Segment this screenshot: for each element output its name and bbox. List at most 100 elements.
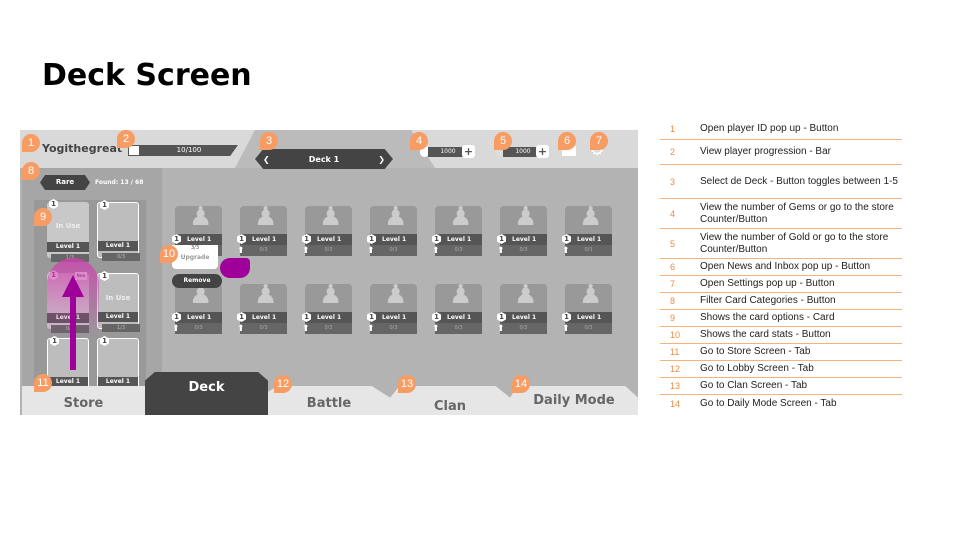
upgrade-arrow-icon: ⬆ [497,246,505,256]
legend-number: 3 [670,176,676,187]
legend-text: View the number of Gems or go to the sto… [700,201,894,225]
deck-card[interactable]: ♟Level 10/31⬆ [237,202,287,266]
card-level: Level 1 [305,234,352,245]
character-silhouette-icon: ♟ [449,202,473,232]
legend-row: 13 Go to Clan Screen - Tab [660,378,902,395]
legend-text: Select de Deck - Button toggles between … [700,175,898,187]
remove-button[interactable]: Remove [172,274,222,288]
add-gems-icon[interactable]: + [462,145,475,158]
collection-card[interactable]: 1In UseLevel 11/3 [47,199,89,262]
legend-text: Open Settings pop up - Button [700,278,835,289]
character-silhouette-icon: ♟ [319,202,343,232]
annotation-badge: 12 [274,375,292,393]
swipe-up-arrow-icon [62,275,84,370]
deck-card[interactable]: ♟Level 10/31⬆ [172,280,222,344]
deck-card[interactable]: ♟Level 10/31⬆ [367,202,417,266]
character-silhouette-icon: ♟ [384,280,408,310]
legend-number: 9 [670,313,676,323]
chevron-left-icon[interactable]: ❮ [263,155,270,164]
collection-card[interactable]: 1 Level 1 0/3 [97,200,140,261]
upgrade-arrow-icon: ⬆ [172,324,180,334]
legend-row: 14 Go to Daily Mode Screen - Tab [660,395,902,412]
annotation-badge: 11 [34,374,52,392]
card-progress: 0/3 [102,253,140,261]
card-progress: 0/3 [565,323,612,334]
upgrade-arrow-icon: ⬆ [367,246,375,256]
card-level: Level 1 [370,312,417,323]
card-level: Level 1 [175,312,222,323]
card-progress: 0/3 [565,245,612,256]
legend-text: Go to Store Screen - Tab [700,346,811,357]
tab-daily-mode[interactable]: Daily Mode [510,386,638,415]
deck-card[interactable]: ♟Level 10/31⬆ [367,280,417,344]
annotation-badge: 13 [398,375,416,393]
deck-card[interactable]: ♟Level 10/31⬆ [432,280,482,344]
deck-card[interactable]: ♟Level 10/31⬆ [497,280,547,344]
upgrade-arrow-icon: ⬆ [432,246,440,256]
legend-number: 12 [670,364,681,374]
chevron-right-icon[interactable]: ❯ [378,155,385,164]
card-progress: 0/3 [370,245,417,256]
character-silhouette-icon: ♟ [319,280,343,310]
legend-text: Open player ID pop up - Button [700,122,839,134]
upgrade-arrow-icon: ⬆ [302,324,310,334]
filter-button[interactable]: Rare [40,175,90,190]
upgrade-arrow-icon: ⬆ [497,324,505,334]
card-level: Level 1 [175,234,222,245]
legend-text: Go to Daily Mode Screen - Tab [700,397,837,409]
tap-hand-icon [220,258,250,278]
legend-table: 1 Open player ID pop up - Button 2 View pla… [660,118,902,412]
card-progress: 0/3 [435,323,482,334]
legend-text: View the number of Gold or go to the sto… [700,231,889,255]
card-level: Level 1 [240,312,287,323]
annotation-badge: 7 [590,132,608,150]
player-progress-bar: 10/100 [140,145,238,156]
add-gold-icon[interactable]: + [536,145,549,158]
deck-card[interactable]: ♟Level 10/31⬆ [302,280,352,344]
deck-label: Deck 1 [308,154,340,164]
legend-number: 7 [670,279,676,289]
legend-number: 8 [670,296,676,306]
legend-number: 14 [670,398,681,409]
annotation-badge: 3 [260,132,278,150]
collection-card[interactable]: 1In UseLevel 11/3 [97,271,140,332]
legend-number: 1 [670,123,676,134]
slide-title: Deck Screen [42,58,252,93]
card-progress: 0/3 [240,245,287,256]
in-use-label: In Use [105,294,131,302]
tab-deck[interactable]: Deck [145,372,268,415]
rarity-hex: 1 [100,336,109,346]
legend-number: 13 [670,381,681,391]
card-level: Level 1 [565,234,612,245]
annotation-badge: 6 [558,132,576,150]
annotation-badge: 10 [160,245,178,263]
card-level: Level 1 [370,234,417,245]
deck-card[interactable]: ♟Level 10/31⬆ [497,202,547,266]
player-name-button[interactable]: Yogithegreat [42,142,122,155]
card-level: Level 1 [565,312,612,323]
legend-text: Shows the card stats - Button [700,329,831,340]
rarity-hex: 1 [100,271,109,281]
card-progress: 0/3 [305,245,352,256]
character-silhouette-icon: ♟ [579,202,603,232]
deck-selector[interactable]: ❮ Deck 1 ❯ [255,149,393,169]
deck-card[interactable]: ♟Level 10/31⬆ [302,202,352,266]
card-progress: 0/3 [500,323,547,334]
card-progress: 0/3 [500,245,547,256]
upgrade-button[interactable]: Upgrade [172,254,218,261]
deck-card[interactable]: ♟Level 10/31⬆ [237,280,287,344]
legend-text: Open News and Inbox pop up - Button [700,261,871,272]
card-level: Level 1 [500,312,547,323]
character-silhouette-icon: ♟ [579,280,603,310]
deck-card[interactable]: ♟Level 10/31⬆ [562,202,612,266]
legend-row: 2 View player progression - Bar [660,140,902,165]
character-silhouette-icon: ♟ [449,280,473,310]
deck-card[interactable]: ♟Level 10/31⬆ [562,280,612,344]
card-level: Level 1 [435,312,482,323]
deck-card[interactable]: ♟Level 10/31⬆ [432,202,482,266]
legend-row: 4 View the number of Gems or go to the st… [660,199,902,229]
upgrade-arrow-icon: ⬆ [367,324,375,334]
legend-text: Go to Clan Screen - Tab [700,380,808,391]
card-progress: 0/3 [305,323,352,334]
character-silhouette-icon: ♟ [254,280,278,310]
